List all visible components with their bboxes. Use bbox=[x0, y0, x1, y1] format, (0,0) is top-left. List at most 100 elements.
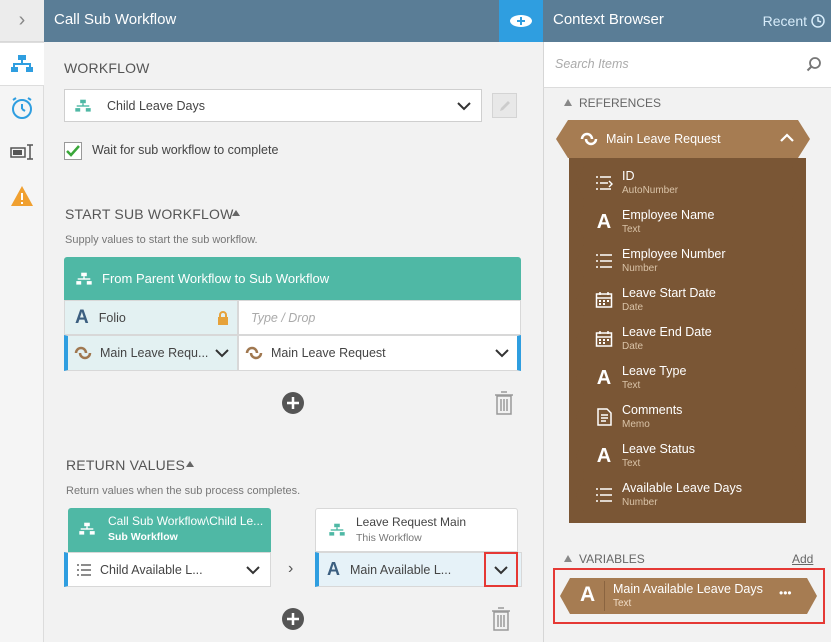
add-variable-link[interactable]: Add bbox=[792, 552, 813, 566]
text-icon: A bbox=[596, 211, 612, 233]
reference-field-item[interactable]: Available Leave Days Number bbox=[576, 478, 800, 512]
reference-field-item[interactable]: Employee Number Number bbox=[576, 244, 800, 278]
reference-field-name: ID bbox=[622, 169, 635, 183]
reference-field-item[interactable]: A Employee Name Text bbox=[576, 205, 800, 239]
search-icon[interactable] bbox=[806, 56, 822, 72]
workflow-icon bbox=[79, 522, 95, 535]
trash-icon[interactable] bbox=[491, 607, 511, 631]
parent-field-select[interactable]: Main Leave Request bbox=[238, 335, 521, 371]
edit-workflow-button[interactable] bbox=[492, 93, 517, 118]
chevron-down-icon bbox=[457, 101, 471, 110]
add-return-icon[interactable] bbox=[281, 607, 305, 631]
workflow-select-value: Child Leave Days bbox=[107, 98, 205, 113]
collapse-up-icon[interactable] bbox=[564, 555, 572, 562]
collapse-up-icon[interactable] bbox=[231, 209, 241, 217]
text-icon: A bbox=[596, 367, 612, 389]
number-icon bbox=[594, 251, 614, 271]
references-label: REFERENCES bbox=[579, 96, 662, 110]
arrow-right-icon: › bbox=[288, 560, 294, 577]
reference-field-item[interactable]: Leave Start Date Date bbox=[576, 283, 800, 317]
reference-field-type: Date bbox=[622, 341, 644, 352]
reference-field-item[interactable]: A Leave Type Text bbox=[576, 361, 800, 395]
sub-workflow-card-title: Call Sub Workflow\Child Le... bbox=[108, 514, 264, 528]
reference-field-item[interactable]: Leave End Date Date bbox=[576, 322, 800, 356]
reference-field-item[interactable]: ID AutoNumber bbox=[576, 166, 800, 200]
plus-icon bbox=[510, 15, 532, 27]
reference-field-type: Number bbox=[622, 263, 658, 274]
trash-icon[interactable] bbox=[494, 391, 514, 415]
date-icon bbox=[594, 329, 614, 349]
parent-field-value: Main Leave Request bbox=[271, 346, 386, 360]
text-icon: A bbox=[580, 583, 596, 606]
text-icon: A bbox=[596, 445, 612, 467]
collapse-up-icon[interactable] bbox=[564, 99, 572, 106]
reference-field-type: Text bbox=[622, 224, 641, 235]
lock-icon bbox=[218, 310, 228, 325]
recent-button[interactable]: Recent bbox=[763, 0, 825, 42]
reference-field-name: Comments bbox=[622, 403, 683, 417]
more-options-icon[interactable]: ••• bbox=[779, 586, 792, 600]
reference-title: Main Leave Request bbox=[606, 132, 721, 146]
workflow-tab-icon[interactable] bbox=[0, 42, 44, 86]
form-field-icon[interactable] bbox=[0, 130, 44, 174]
reference-field-type: Date bbox=[622, 302, 644, 313]
main-value-text: Main Available L... bbox=[350, 562, 452, 577]
workflow-icon bbox=[76, 272, 92, 285]
variable-type: Text bbox=[613, 598, 632, 609]
reference-field-name: Leave Type bbox=[622, 364, 687, 378]
reference-field-name: Employee Number bbox=[622, 247, 726, 261]
start-mapping-title: From Parent Workflow to Sub Workflow bbox=[102, 271, 330, 286]
workflow-select[interactable]: Child Leave Days bbox=[64, 89, 482, 122]
folio-field: A Folio bbox=[64, 300, 238, 335]
folio-value-input[interactable]: Type / Drop bbox=[238, 300, 521, 335]
context-browser-title: Context Browser bbox=[553, 11, 664, 28]
return-section-label: RETURN VALUES bbox=[66, 457, 186, 473]
wait-label: Wait for sub workflow to complete bbox=[92, 143, 279, 157]
variable-divider bbox=[604, 581, 605, 611]
chevron-down-icon bbox=[495, 349, 509, 358]
pencil-icon bbox=[499, 100, 510, 111]
workflow-section-label: WORKFLOW bbox=[64, 60, 150, 76]
warning-icon[interactable] bbox=[0, 174, 44, 218]
reference-field-type: AutoNumber bbox=[622, 185, 679, 196]
chevron-down-icon bbox=[246, 565, 260, 574]
main-value-dropdown-button[interactable] bbox=[484, 552, 518, 587]
reference-field-name: Leave Start Date bbox=[622, 286, 716, 300]
add-mapping-icon[interactable] bbox=[281, 391, 305, 415]
number-icon bbox=[594, 485, 614, 505]
reference-icon bbox=[580, 132, 598, 146]
this-workflow-card-title: Leave Request Main bbox=[356, 515, 467, 529]
reference-field-type: Text bbox=[622, 458, 641, 469]
chevron-up-icon[interactable] bbox=[780, 133, 794, 143]
reference-field-item[interactable]: A Leave Status Text bbox=[576, 439, 800, 473]
folio-placeholder: Type / Drop bbox=[251, 310, 316, 325]
workflow-icon bbox=[75, 99, 91, 112]
expand-chevron-icon[interactable]: › bbox=[0, 0, 44, 42]
toggle-context-browser-button[interactable] bbox=[499, 0, 543, 42]
start-description: Supply values to start the sub workflow. bbox=[65, 234, 258, 246]
timer-icon[interactable] bbox=[0, 86, 44, 130]
reference-field-type: Number bbox=[622, 497, 658, 508]
chevron-down-icon bbox=[494, 565, 508, 574]
reference-field-name: Leave Status bbox=[622, 442, 695, 456]
clock-icon bbox=[811, 14, 825, 28]
reference-field-type: Text bbox=[622, 380, 641, 391]
text-icon: A bbox=[327, 559, 340, 579]
variable-item[interactable]: A Main Available Leave Days Text ••• bbox=[560, 578, 817, 614]
start-section-label: START SUB WORKFLOW bbox=[65, 206, 234, 222]
memo-icon bbox=[594, 407, 614, 427]
reference-icon bbox=[74, 346, 92, 360]
wait-checkbox[interactable] bbox=[64, 142, 82, 160]
context-browser-header: Context Browser Recent bbox=[543, 0, 831, 42]
autonumber-icon bbox=[594, 173, 614, 193]
start-mapping-header: From Parent Workflow to Sub Workflow bbox=[64, 257, 521, 300]
reference-icon bbox=[245, 346, 263, 360]
child-value-select[interactable]: Child Available L... bbox=[64, 552, 271, 587]
reference-field-item[interactable]: Comments Memo bbox=[576, 400, 800, 434]
chevron-down-icon bbox=[215, 349, 229, 358]
context-search[interactable]: Search Items bbox=[543, 42, 831, 88]
collapse-up-icon[interactable] bbox=[185, 460, 195, 468]
text-icon: A bbox=[75, 306, 89, 328]
reference-header[interactable]: Main Leave Request bbox=[556, 120, 810, 158]
sub-field-select[interactable]: Main Leave Requ... bbox=[64, 335, 238, 371]
